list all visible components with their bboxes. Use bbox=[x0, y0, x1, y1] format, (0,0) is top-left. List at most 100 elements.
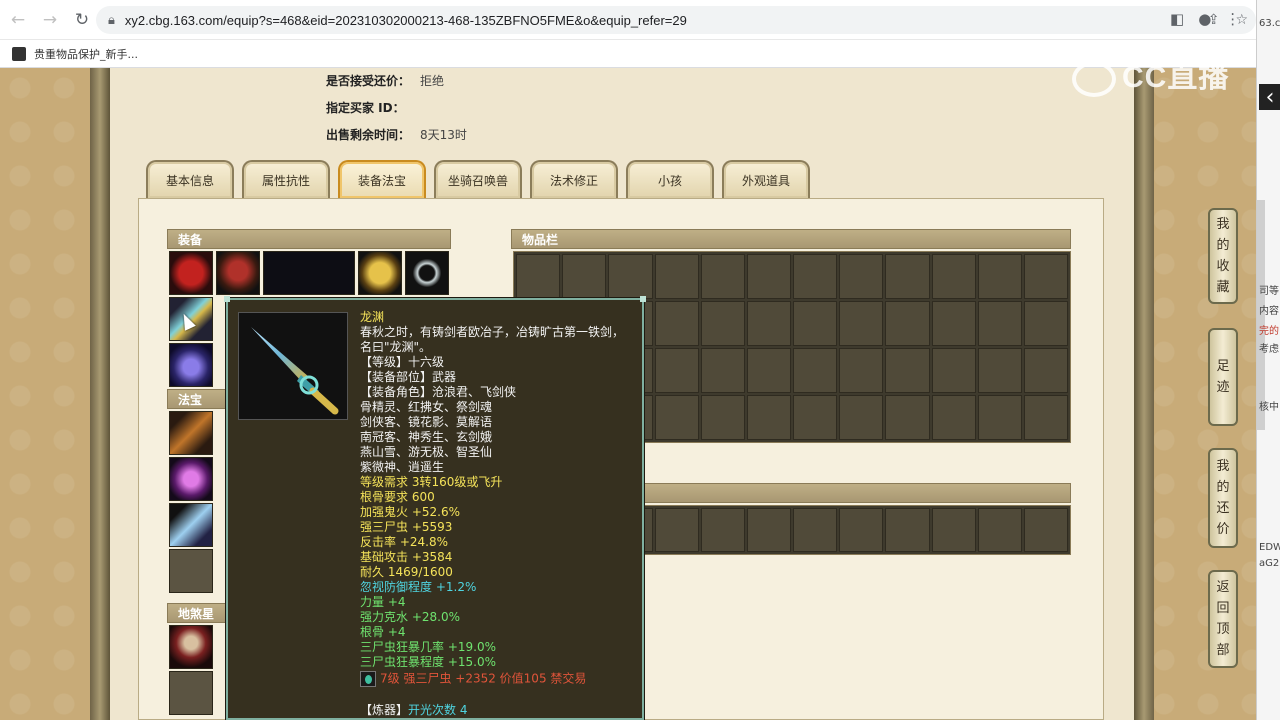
inventory-cell[interactable] bbox=[654, 301, 699, 346]
inventory-cell[interactable] bbox=[746, 395, 791, 440]
inventory-cell[interactable] bbox=[977, 301, 1022, 346]
inventory-cell[interactable] bbox=[885, 348, 930, 393]
strip-text: 核中 bbox=[1259, 402, 1279, 413]
section-equip-header: 装备 bbox=[167, 229, 451, 249]
tooltip-refine: 【炼器】开光次数 4 bbox=[360, 703, 468, 717]
profile-icon[interactable]: ● bbox=[1198, 10, 1211, 28]
tooltip-text: 龙渊 春秋之时，有铸剑者欧冶子，冶铸旷古第一铁剑， 名曰"龙渊"。 【等级】十六… bbox=[360, 310, 640, 718]
inventory-cell[interactable] bbox=[885, 395, 930, 440]
storage-cell[interactable] bbox=[1023, 508, 1068, 552]
bookmarks-bar: 贵重物品保护_新手... bbox=[0, 40, 1256, 68]
inventory-cell[interactable] bbox=[931, 254, 976, 299]
close-icon[interactable]: ‹ bbox=[1259, 84, 1280, 110]
fabao-slot-1[interactable] bbox=[169, 411, 213, 455]
inventory-cell[interactable] bbox=[793, 348, 838, 393]
inventory-cell[interactable] bbox=[746, 301, 791, 346]
tab-children[interactable]: 小孩 bbox=[626, 160, 714, 198]
bookmark-favicon-icon bbox=[12, 46, 26, 61]
inventory-cell[interactable] bbox=[654, 348, 699, 393]
menu-kebab-icon[interactable]: ⋮ bbox=[1225, 10, 1240, 28]
inventory-cell[interactable] bbox=[793, 254, 838, 299]
tooltip-add-stat: 根骨 +4 bbox=[360, 625, 406, 639]
tab-equipment[interactable]: 装备法宝 bbox=[338, 160, 426, 198]
strip-text: aG2 bbox=[1259, 558, 1280, 569]
equip-slot-armor[interactable] bbox=[169, 251, 213, 295]
item-tooltip: 龙渊 春秋之时，有铸剑者欧冶子，冶铸旷古第一铁剑， 名曰"龙渊"。 【等级】十六… bbox=[224, 296, 646, 720]
inventory-cell[interactable] bbox=[608, 254, 653, 299]
storage-cell[interactable] bbox=[885, 508, 930, 552]
back-to-top-button[interactable]: 返回顶部 bbox=[1208, 570, 1238, 668]
tab-mounts-pets[interactable]: 坐骑召唤兽 bbox=[434, 160, 522, 198]
equip-slot-necklace[interactable] bbox=[405, 251, 449, 295]
tab-appearance[interactable]: 外观道具 bbox=[722, 160, 810, 198]
equip-slot-helmet[interactable] bbox=[216, 251, 260, 295]
inventory-cell[interactable] bbox=[885, 301, 930, 346]
storage-cell[interactable] bbox=[654, 508, 699, 552]
tooltip-stat: 反击率 +24.8% bbox=[360, 535, 448, 549]
inventory-cell[interactable] bbox=[977, 254, 1022, 299]
inventory-cell[interactable] bbox=[793, 301, 838, 346]
tooltip-add-stat: 三尸虫狂暴几率 +19.0% bbox=[360, 640, 496, 654]
sidepanel-icon[interactable]: ◧ bbox=[1170, 10, 1184, 28]
inventory-cell[interactable] bbox=[931, 395, 976, 440]
inventory-cell[interactable] bbox=[746, 348, 791, 393]
inventory-cell[interactable] bbox=[700, 348, 745, 393]
strip-text: 司等 bbox=[1259, 286, 1279, 297]
equip-slot-mask[interactable] bbox=[358, 251, 402, 295]
equip-slot-portrait bbox=[263, 251, 355, 295]
inventory-cell[interactable] bbox=[885, 254, 930, 299]
inventory-cell[interactable] bbox=[839, 395, 884, 440]
disha-slot-2[interactable] bbox=[169, 671, 213, 715]
storage-cell[interactable] bbox=[931, 508, 976, 552]
tooltip-add-stat: 三尸虫狂暴程度 +15.0% bbox=[360, 655, 496, 669]
inventory-cell[interactable] bbox=[931, 348, 976, 393]
inventory-cell[interactable] bbox=[654, 395, 699, 440]
storage-cell[interactable] bbox=[746, 508, 791, 552]
inventory-cell[interactable] bbox=[746, 254, 791, 299]
reload-icon[interactable]: ↻ bbox=[68, 6, 96, 34]
inventory-cell[interactable] bbox=[1023, 301, 1068, 346]
storage-cell[interactable] bbox=[793, 508, 838, 552]
tab-basic-info[interactable]: 基本信息 bbox=[146, 160, 234, 198]
inventory-cell[interactable] bbox=[977, 348, 1022, 393]
address-bar[interactable]: 🔒︎ xy2.cbg.163.com/equip?s=468&eid=20231… bbox=[96, 6, 1256, 34]
tooltip-add-stat: 力量 +4 bbox=[360, 595, 406, 609]
inventory-cell[interactable] bbox=[931, 301, 976, 346]
inventory-cell[interactable] bbox=[1023, 348, 1068, 393]
strip-text: EDW bbox=[1259, 542, 1280, 553]
disha-slot-1[interactable] bbox=[169, 625, 213, 669]
inventory-cell[interactable] bbox=[654, 254, 699, 299]
inventory-cell[interactable] bbox=[700, 301, 745, 346]
tooltip-stat: 加强鬼火 +52.6% bbox=[360, 505, 460, 519]
url-text[interactable]: xy2.cbg.163.com/equip?s=468&eid=20231030… bbox=[125, 13, 687, 28]
inventory-cell[interactable] bbox=[700, 254, 745, 299]
inventory-cell[interactable] bbox=[839, 254, 884, 299]
history-button[interactable]: 足迹 bbox=[1208, 328, 1238, 426]
inventory-cell[interactable] bbox=[977, 395, 1022, 440]
inventory-cell[interactable] bbox=[1023, 395, 1068, 440]
storage-cell[interactable] bbox=[839, 508, 884, 552]
equip-slot-belt[interactable] bbox=[169, 343, 213, 387]
tab-attributes[interactable]: 属性抗性 bbox=[242, 160, 330, 198]
fabao-slot-4[interactable] bbox=[169, 549, 213, 593]
bookmark-item[interactable]: 贵重物品保护_新手... bbox=[12, 46, 138, 62]
tooltip-add-stat: 强力克水 +28.0% bbox=[360, 610, 460, 624]
my-offers-button[interactable]: 我的还价 bbox=[1208, 448, 1238, 548]
tooltip-stat: 基础攻击 +3584 bbox=[360, 550, 453, 564]
inventory-cell[interactable] bbox=[1023, 254, 1068, 299]
back-icon[interactable]: ← bbox=[4, 6, 32, 34]
inventory-cell[interactable] bbox=[839, 348, 884, 393]
my-favorites-button[interactable]: 我的收藏 bbox=[1208, 208, 1238, 304]
storage-cell[interactable] bbox=[700, 508, 745, 552]
inventory-cell[interactable] bbox=[562, 254, 607, 299]
section-fabao-header: 法宝 bbox=[167, 389, 227, 409]
inventory-cell[interactable] bbox=[700, 395, 745, 440]
storage-cell[interactable] bbox=[977, 508, 1022, 552]
inventory-cell[interactable] bbox=[793, 395, 838, 440]
forward-icon[interactable]: → bbox=[36, 6, 64, 34]
inventory-cell[interactable] bbox=[516, 254, 561, 299]
fabao-slot-2[interactable] bbox=[169, 457, 213, 501]
tab-spell-mods[interactable]: 法术修正 bbox=[530, 160, 618, 198]
inventory-cell[interactable] bbox=[839, 301, 884, 346]
fabao-slot-3[interactable] bbox=[169, 503, 213, 547]
